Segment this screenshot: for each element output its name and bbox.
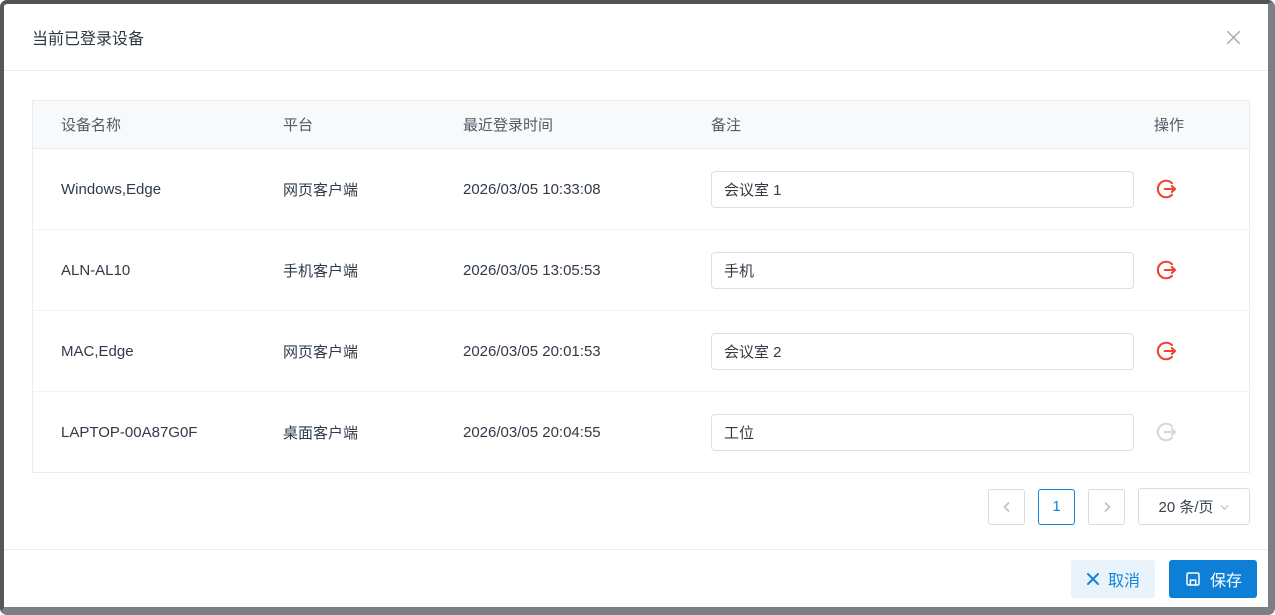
last-login-cell: 2026/03/05 13:05:53 <box>463 261 601 279</box>
table-row: LAPTOP-00A87G0F 桌面客户端 2026/03/05 20:04:5… <box>33 392 1249 472</box>
table-row: MAC,Edge 网页客户端 2026/03/05 20:01:53 <box>33 311 1249 392</box>
next-page-button[interactable] <box>1088 488 1125 525</box>
last-login-cell: 2026/03/05 10:33:08 <box>463 180 601 198</box>
platform-cell: 网页客户端 <box>283 343 359 361</box>
logout-icon <box>1156 421 1178 443</box>
platform-cell: 网页客户端 <box>283 181 359 199</box>
device-table: 设备名称 平台 最近登录时间 备注 操作 Windows,Edge 网页客户端 … <box>32 100 1250 473</box>
device-name-cell: ALN-AL10 <box>61 261 131 279</box>
save-floppy-icon <box>1184 570 1202 588</box>
table-row: Windows,Edge 网页客户端 2026/03/05 10:33:08 <box>33 149 1249 230</box>
prev-page-button[interactable] <box>988 488 1025 525</box>
remark-input[interactable] <box>711 413 1134 451</box>
cancel-x-icon <box>1086 572 1100 586</box>
cancel-button-label: 取消 <box>1107 572 1140 590</box>
logout-button[interactable] <box>1154 338 1180 364</box>
table-row: ALN-AL10 手机客户端 2026/03/05 13:05:53 <box>33 230 1249 311</box>
chevron-down-icon <box>1219 502 1230 513</box>
logout-button <box>1154 419 1180 445</box>
dialog-header: 当前已登录设备 <box>4 4 1268 71</box>
save-button[interactable]: 保存 <box>1168 559 1257 598</box>
remark-input[interactable] <box>711 170 1134 208</box>
close-button[interactable] <box>1218 22 1248 52</box>
platform-cell: 桌面客户端 <box>283 424 359 442</box>
dialog-body: 设备名称 平台 最近登录时间 备注 操作 Windows,Edge 网页客户端 … <box>4 71 1268 549</box>
column-header-last-login: 最近登录时间 <box>463 117 554 134</box>
logout-icon <box>1156 259 1178 281</box>
column-header-action: 操作 <box>1154 117 1185 134</box>
remark-input[interactable] <box>711 251 1134 289</box>
device-name-cell: Windows,Edge <box>61 180 162 198</box>
logout-icon <box>1156 340 1178 362</box>
pagination: 1 20 条/页 <box>32 488 1250 525</box>
save-button-label: 保存 <box>1209 572 1242 590</box>
column-header-remark: 备注 <box>711 117 742 134</box>
dialog-footer: 取消 保存 <box>4 549 1268 607</box>
column-header-platform: 平台 <box>283 117 314 134</box>
dialog-title: 当前已登录设备 <box>32 31 145 48</box>
remark-input[interactable] <box>711 332 1134 370</box>
last-login-cell: 2026/03/05 20:01:53 <box>463 342 601 360</box>
page-size-label: 20 条/页 <box>1158 499 1214 516</box>
device-name-cell: MAC,Edge <box>61 342 134 360</box>
cancel-button[interactable]: 取消 <box>1070 559 1155 598</box>
last-login-cell: 2026/03/05 20:04:55 <box>463 423 601 441</box>
page-size-select[interactable]: 20 条/页 <box>1138 488 1250 525</box>
table-body: Windows,Edge 网页客户端 2026/03/05 10:33:08 A… <box>33 149 1249 472</box>
column-header-device: 设备名称 <box>61 117 122 134</box>
table-header-row: 设备名称 平台 最近登录时间 备注 操作 <box>33 101 1249 149</box>
chevron-right-icon <box>1101 501 1113 513</box>
device-name-cell: LAPTOP-00A87G0F <box>61 423 198 441</box>
chevron-left-icon <box>1001 501 1013 513</box>
logged-in-devices-dialog: 当前已登录设备 设备名称 平台 最近登录时间 备注 操作 Windows,Edg… <box>0 0 1275 615</box>
logout-icon <box>1156 178 1178 200</box>
platform-cell: 手机客户端 <box>283 262 359 280</box>
page-number-button[interactable]: 1 <box>1038 488 1075 525</box>
logout-button[interactable] <box>1154 176 1180 202</box>
close-icon <box>1225 29 1242 46</box>
logout-button[interactable] <box>1154 257 1180 283</box>
